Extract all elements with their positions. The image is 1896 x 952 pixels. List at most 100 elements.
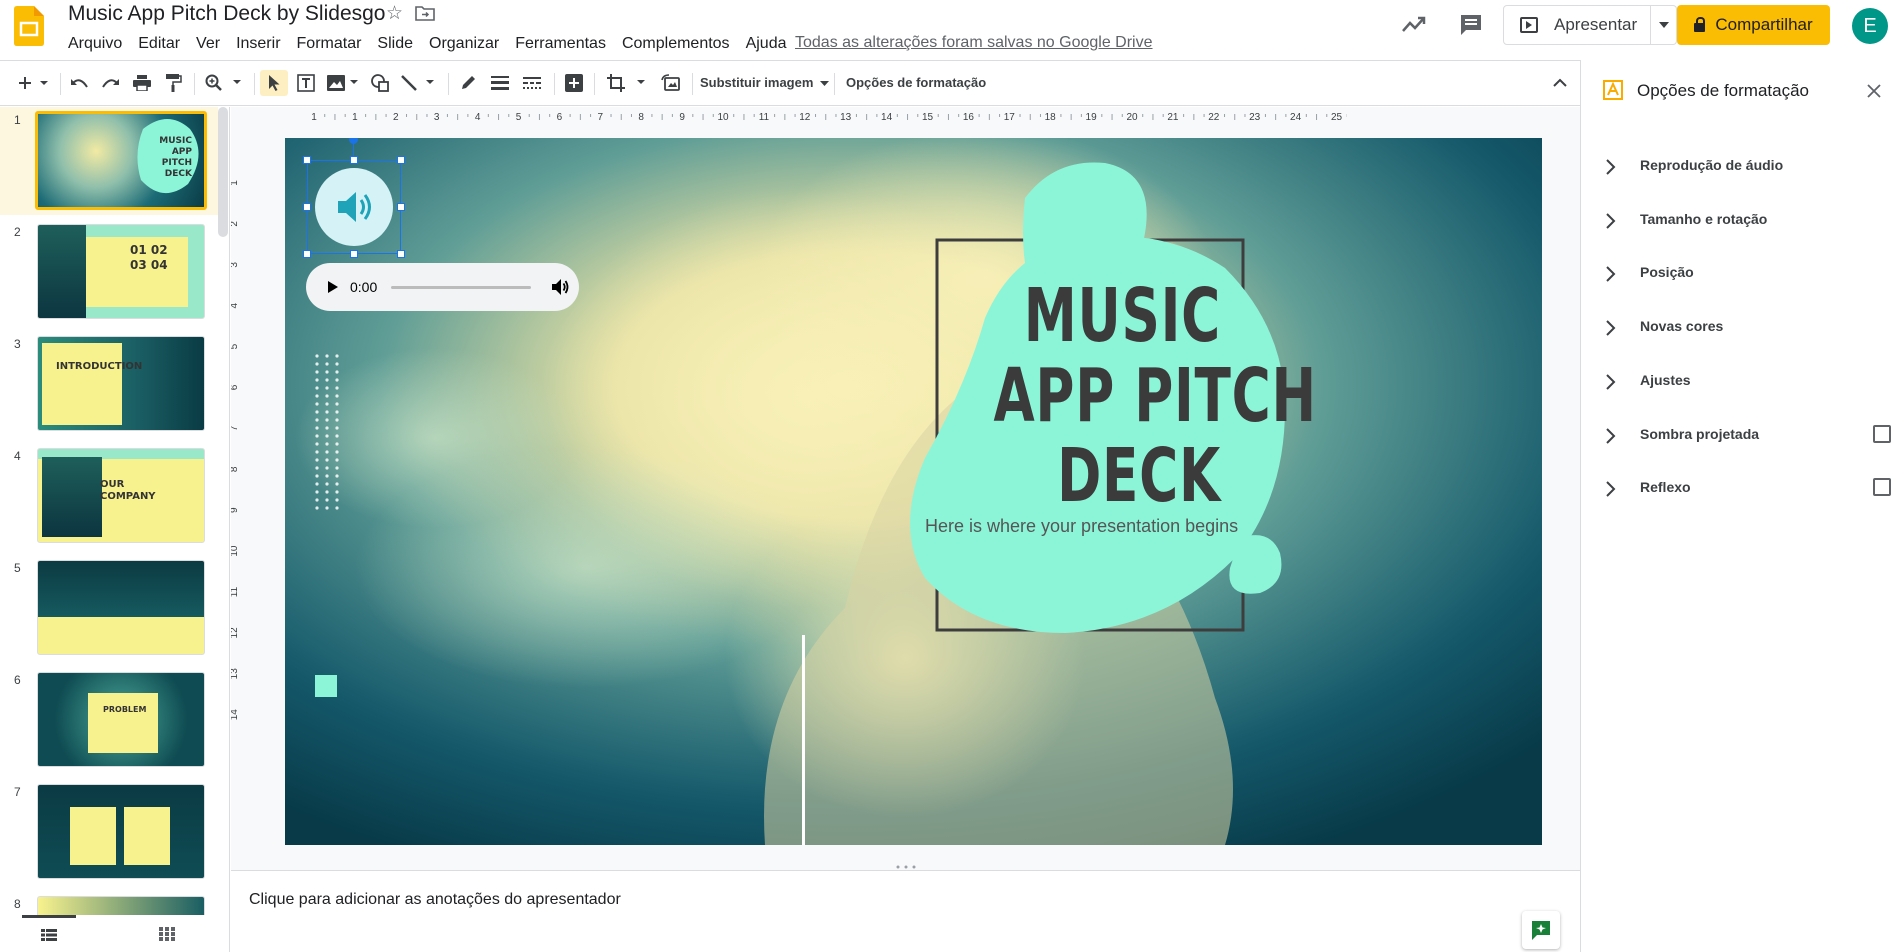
ruler-tick-label: 14: [881, 112, 893, 123]
menu-editar[interactable]: Editar: [130, 33, 188, 55]
line-button[interactable]: [398, 70, 438, 96]
notes-resize-handle[interactable]: [891, 864, 921, 870]
paint-format-button[interactable]: [162, 70, 186, 96]
ruler-tick-label: 13: [840, 112, 852, 123]
print-button[interactable]: [130, 70, 154, 96]
insert-link-button[interactable]: [562, 70, 586, 96]
resize-handle[interactable]: [350, 250, 358, 258]
slide-title[interactable]: MUSIC APP PITCH DECK: [993, 276, 1316, 516]
border-weight-button[interactable]: [488, 70, 512, 96]
slide-thumbnail-6[interactable]: 6 PROBLEM: [0, 667, 218, 775]
resize-handle[interactable]: [397, 203, 405, 211]
menu-organizar[interactable]: Organizar: [421, 33, 507, 55]
document-title[interactable]: Music App Pitch Deck by Slidesgo: [68, 2, 385, 26]
ruler-tick-label: 24: [1290, 112, 1302, 123]
ruler-tick: [385, 114, 387, 117]
star-icon[interactable]: ☆: [386, 2, 403, 25]
menu-inserir[interactable]: Inserir: [228, 33, 288, 55]
slides-logo-icon[interactable]: [14, 6, 44, 46]
slide-main[interactable]: MUSIC APP PITCH DECK Here is where your …: [285, 138, 1542, 845]
present-options-dropdown[interactable]: [1651, 5, 1677, 45]
section-reproducao-de-audio[interactable]: Reprodução de áudio: [1581, 142, 1896, 192]
grid-view-button[interactable]: [140, 915, 194, 952]
decor-dot: [335, 490, 339, 494]
comment-history-icon[interactable]: [1459, 13, 1483, 37]
menu-slide[interactable]: Slide: [369, 33, 421, 55]
decor-dot: [315, 386, 319, 390]
redo-button[interactable]: [98, 70, 122, 96]
present-button[interactable]: Apresentar: [1503, 5, 1651, 45]
slide-thumbnail-5[interactable]: 5: [0, 555, 218, 663]
volume-icon[interactable]: [551, 278, 569, 296]
resize-handle[interactable]: [303, 203, 311, 211]
notes-placeholder[interactable]: Clique para adicionar as anotações do ap…: [249, 891, 621, 909]
activity-trend-icon[interactable]: [1401, 13, 1427, 35]
new-slide-button[interactable]: [14, 70, 54, 96]
share-button[interactable]: Compartilhar: [1677, 5, 1830, 45]
section-novas-cores[interactable]: Novas cores: [1581, 303, 1896, 353]
insert-image-button[interactable]: [324, 70, 362, 96]
filmstrip-view-button[interactable]: [22, 915, 76, 952]
border-weight-icon: [491, 76, 509, 90]
menu-ferramentas[interactable]: Ferramentas: [507, 33, 614, 55]
undo-button[interactable]: [68, 70, 92, 96]
shape-button[interactable]: [368, 70, 392, 96]
slide-number: 8: [14, 897, 21, 911]
format-options-icon: [1603, 80, 1623, 100]
slide-thumbnail-8[interactable]: 8: [0, 891, 218, 915]
slide-thumbnail-3[interactable]: 3 INTRODUCTION: [0, 331, 218, 439]
audio-icon-selection[interactable]: [303, 138, 405, 258]
close-icon[interactable]: [1867, 84, 1881, 98]
resize-handle[interactable]: [303, 156, 311, 164]
replace-image-button[interactable]: Substituir imagem: [700, 75, 830, 90]
slide-thumbnail-7[interactable]: 7: [0, 779, 218, 887]
ruler-tick: [671, 114, 673, 117]
section-tamanho-e-rotacao[interactable]: Tamanho e rotação: [1581, 196, 1896, 246]
chevron-up-icon[interactable]: [1548, 71, 1572, 95]
shapes-icon: [371, 74, 389, 92]
select-tool-button[interactable]: [260, 70, 288, 96]
ruler-tick: [1101, 114, 1103, 117]
resize-handle[interactable]: [397, 250, 405, 258]
menu-formatar[interactable]: Formatar: [289, 33, 370, 55]
ruler-tick: [569, 114, 571, 117]
filmstrip-scrollbar[interactable]: [218, 107, 228, 237]
slide-thumbnail-2[interactable]: 2 01 02 03 04: [0, 219, 218, 327]
audio-progress-track[interactable]: [391, 285, 532, 289]
audio-speaker-icon[interactable]: [315, 168, 393, 246]
section-checkbox[interactable]: [1873, 478, 1891, 497]
text-box-button[interactable]: [294, 70, 318, 96]
crop-button[interactable]: [604, 70, 650, 96]
resize-handle[interactable]: [303, 250, 311, 258]
zoom-button[interactable]: [202, 70, 246, 96]
resize-handle[interactable]: [350, 156, 358, 164]
speaker-notes[interactable]: Clique para adicionar as anotações do ap…: [231, 865, 1580, 952]
section-ajustes[interactable]: Ajustes: [1581, 357, 1896, 407]
format-options-button[interactable]: Opções de formatação: [846, 75, 986, 90]
slide-thumbnail-4[interactable]: 4 OUR COMPANY: [0, 443, 218, 551]
reset-image-button[interactable]: [658, 70, 684, 96]
slide-thumbnail-1[interactable]: 1 MUSIC APP PITCH DECK: [0, 107, 218, 215]
ruler-tick: [620, 114, 622, 120]
section-posicao[interactable]: Posição: [1581, 249, 1896, 299]
slide-canvas[interactable]: 1 1 2 3 4 5 6 7 8 9 10 11 12 13 14 15 16 17 18 19 20 21 22 23 24…: [231, 107, 1580, 870]
slide-subtitle[interactable]: Here is where your presentation begins: [925, 516, 1238, 537]
ruler-tick-label: 10: [717, 112, 729, 123]
explore-button[interactable]: [1522, 911, 1560, 949]
border-dash-button[interactable]: [520, 70, 544, 96]
menu-arquivo[interactable]: Arquivo: [60, 33, 130, 55]
user-avatar[interactable]: E: [1852, 8, 1888, 44]
play-icon[interactable]: [326, 280, 340, 294]
ruler-tick: [498, 114, 500, 120]
section-reflexo[interactable]: Reflexo: [1581, 464, 1896, 514]
section-checkbox[interactable]: [1873, 424, 1891, 443]
move-folder-icon[interactable]: [415, 5, 435, 21]
menu-ajuda[interactable]: Ajuda: [738, 33, 795, 55]
resize-handle[interactable]: [397, 156, 405, 164]
section-sombra-projetada[interactable]: Sombra projetada: [1581, 411, 1896, 461]
border-color-button[interactable]: [456, 70, 480, 96]
save-status-link[interactable]: Todas as alterações foram salvas no Goog…: [795, 34, 1153, 52]
ruler-tick: [702, 114, 704, 120]
menu-complementos[interactable]: Complementos: [614, 33, 738, 55]
menu-ver[interactable]: Ver: [188, 33, 228, 55]
